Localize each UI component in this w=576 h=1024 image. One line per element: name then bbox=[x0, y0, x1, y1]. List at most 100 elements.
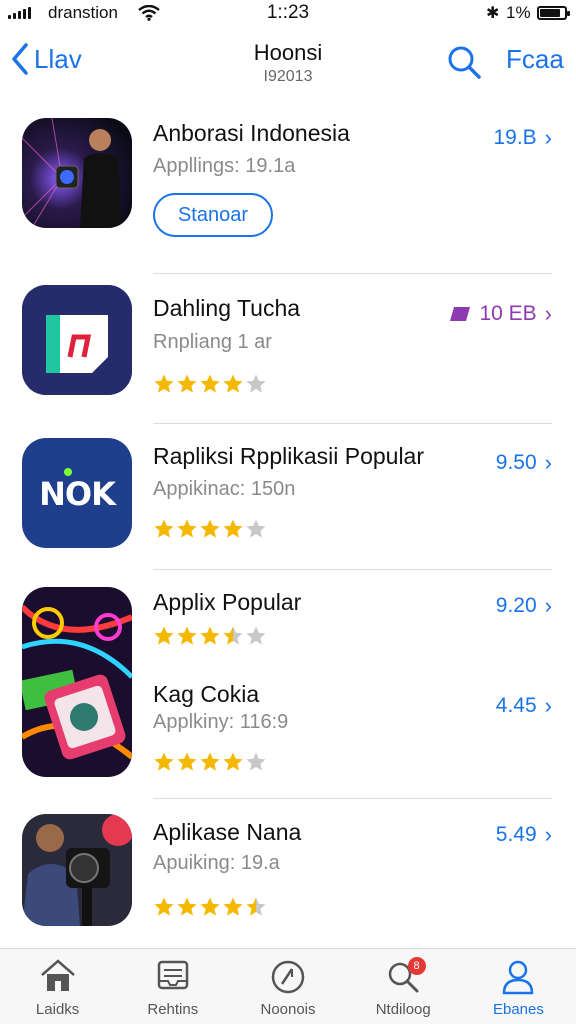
app-row[interactable]: Applix Popular 9.20 › Kag Cokia Applkiny:… bbox=[0, 585, 576, 800]
app-icon-nana[interactable] bbox=[22, 814, 132, 926]
search-icon[interactable] bbox=[446, 44, 482, 80]
star-empty-icon bbox=[246, 752, 266, 771]
nav-right-button[interactable]: Fcaa bbox=[506, 44, 564, 75]
price-label: 9.50 bbox=[495, 451, 537, 474]
star-filled-icon bbox=[177, 374, 197, 393]
app-icon-tucha[interactable] bbox=[22, 285, 132, 395]
star-rating bbox=[153, 518, 267, 540]
tab-label: Ebanes bbox=[492, 1001, 544, 1018]
glow-dot bbox=[64, 468, 72, 476]
tab-bar: Laidks Rehtins Noonois 8 Ntdiloog Ebanes bbox=[0, 948, 576, 1024]
star-rating bbox=[153, 625, 267, 647]
star-filled-icon bbox=[154, 897, 174, 916]
price-label: 4.45 bbox=[495, 694, 537, 717]
price-link[interactable]: 9.50 › bbox=[496, 450, 552, 476]
app-icon-nok[interactable]: NOK bbox=[22, 438, 132, 548]
app-row[interactable]: Dahling Tucha Rnpliang 1 ar 10 EB › bbox=[0, 285, 576, 425]
person-icon bbox=[503, 960, 534, 995]
app-name: Dahling Tucha bbox=[153, 295, 301, 321]
star-filled-icon bbox=[200, 626, 220, 645]
star-rating bbox=[153, 751, 267, 773]
divider bbox=[153, 569, 552, 570]
app-icon-art bbox=[22, 285, 132, 395]
navigation-bar: Llav Hoonsi I92013 Fcaa bbox=[0, 30, 576, 94]
star-empty-icon bbox=[246, 374, 266, 393]
tab-label: Noonois bbox=[260, 1001, 316, 1018]
app-icon-art bbox=[22, 118, 132, 228]
star-filled-icon bbox=[154, 374, 174, 393]
star-filled-icon bbox=[223, 519, 243, 538]
app-row[interactable]: NOK Rapliksi Rpplikasii Popular Appikina… bbox=[0, 436, 576, 571]
app-subtitle: Applkiny: 116:9 bbox=[153, 711, 289, 733]
star-filled-icon bbox=[223, 374, 243, 393]
app-row[interactable]: Aplikase Nana Apuiking: 19.a 5.49 › bbox=[0, 812, 576, 942]
star-filled-icon bbox=[177, 626, 197, 645]
app-icon-popular[interactable] bbox=[22, 587, 132, 777]
star-filled-icon bbox=[200, 374, 220, 393]
price-label: 10 EB bbox=[479, 302, 537, 325]
star-half-icon bbox=[223, 626, 243, 645]
star-empty-icon bbox=[246, 519, 266, 538]
star-filled-icon bbox=[177, 519, 197, 538]
app-name: Aplikase Nana bbox=[153, 819, 302, 845]
app-subtitle: Appllings: 19.1a bbox=[153, 155, 296, 177]
app-icon-person-camera[interactable] bbox=[22, 118, 132, 228]
star-filled-icon bbox=[154, 519, 174, 538]
tab-laidks[interactable]: Laidks bbox=[0, 949, 115, 1024]
app-icon-art: NOK bbox=[22, 438, 132, 548]
tab-ebanes[interactable]: Ebanes bbox=[461, 949, 576, 1024]
app-icon-text: NOK bbox=[39, 475, 116, 513]
tab-label: Ntdiloog bbox=[375, 1001, 431, 1018]
star-filled-icon bbox=[200, 752, 220, 771]
star-filled-icon bbox=[200, 519, 220, 538]
page-title: Hoonsi bbox=[253, 40, 323, 65]
page-subtitle: I92013 bbox=[263, 68, 313, 85]
home-icon bbox=[40, 959, 75, 991]
get-button[interactable]: Stanoar bbox=[153, 193, 273, 237]
star-filled-icon bbox=[177, 897, 197, 916]
star-rating bbox=[153, 373, 267, 395]
price-link[interactable]: 19.B › bbox=[493, 125, 552, 151]
battery-icon bbox=[537, 6, 570, 20]
app-name: Anborasi Indonesia bbox=[153, 120, 350, 146]
star-filled-icon bbox=[223, 897, 243, 916]
price-link[interactable]: 9.20 › bbox=[496, 593, 552, 619]
app-name: Applix Popular bbox=[153, 589, 302, 615]
chevron-right-icon: › bbox=[544, 125, 552, 150]
tab-rehtins[interactable]: Rehtins bbox=[115, 949, 230, 1024]
tab-noonois[interactable]: Noonois bbox=[230, 949, 345, 1024]
star-filled-icon bbox=[177, 752, 197, 771]
chevron-right-icon: › bbox=[544, 593, 552, 618]
tab-label: Laidks bbox=[35, 1001, 80, 1018]
notification-badge: 8 bbox=[407, 957, 426, 975]
app-name: Rapliksi Rpplikasii Popular bbox=[153, 443, 425, 469]
star-empty-icon bbox=[246, 626, 266, 645]
star-filled-icon bbox=[223, 752, 243, 771]
compass-icon bbox=[271, 960, 305, 994]
divider bbox=[153, 273, 552, 274]
status-bar: dranstion 1::23 ✱ 1% bbox=[0, 0, 576, 28]
chevron-right-icon: › bbox=[544, 822, 552, 847]
price-link[interactable]: 4.45 › bbox=[496, 693, 552, 719]
tag-icon bbox=[450, 307, 471, 321]
app-row[interactable]: Anborasi Indonesia Appllings: 19.1a Stan… bbox=[0, 115, 576, 275]
chevron-right-icon: › bbox=[544, 693, 552, 718]
tab-ntdiloog[interactable]: 8 Ntdiloog bbox=[346, 949, 461, 1024]
app-subtitle: Apuiking: 19.a bbox=[153, 852, 280, 874]
price-link[interactable]: 10 EB › bbox=[449, 301, 552, 327]
divider bbox=[153, 423, 552, 424]
star-filled-icon bbox=[154, 626, 174, 645]
bluetooth-icon: ✱ bbox=[486, 5, 500, 22]
star-rating bbox=[153, 896, 267, 918]
app-subtitle: Rnpliang 1 ar bbox=[153, 331, 272, 353]
tab-label: Rehtins bbox=[147, 1001, 199, 1018]
price-link[interactable]: 5.49 › bbox=[496, 822, 552, 848]
app-icon-art bbox=[22, 587, 132, 777]
chevron-right-icon: › bbox=[544, 301, 552, 326]
price-label: 9.20 bbox=[495, 594, 537, 617]
star-filled-icon bbox=[154, 752, 174, 771]
app-name: Kag Cokia bbox=[153, 681, 260, 707]
star-filled-icon bbox=[200, 897, 220, 916]
star-half-icon bbox=[246, 897, 266, 916]
price-label: 19.B bbox=[493, 126, 537, 149]
